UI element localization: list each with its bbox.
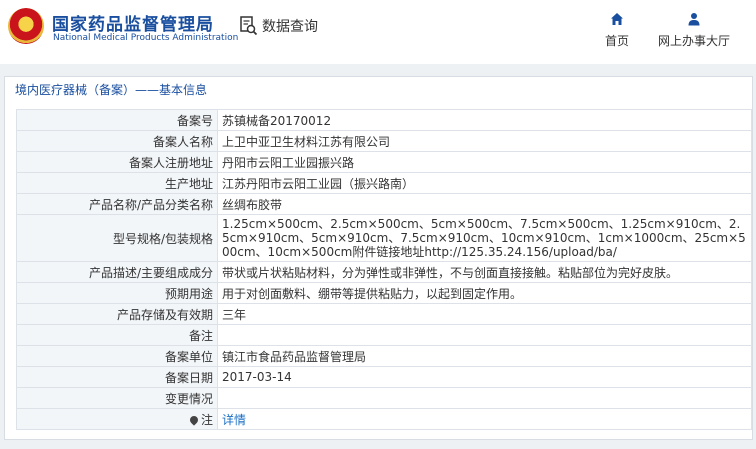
table-row: 备案人名称 上卫中亚卫生材料江苏有限公司 [16,130,752,152]
table-row: 注 详情 [16,408,752,430]
row-value: 用于对创面敷料、绷带等提供粘贴力，以起到固定作用。 [217,282,752,304]
org-name-cn: 国家药品监督管理局 [52,15,214,35]
table-row: 产品描述/主要组成成分 带状或片状粘贴材料，分为弹性或非弹性，不与创面直接接触。… [16,261,752,283]
row-label: 备案人注册地址 [16,151,218,173]
table-row: 变更情况 [16,387,752,409]
row-value: 丹阳市云阳工业园振兴路 [217,151,752,173]
row-value: 苏镇械备20170012 [217,109,752,131]
nav-hall-label: 网上办事大厅 [657,34,730,48]
row-label: 产品名称/产品分类名称 [16,193,218,215]
row-label: 产品描述/主要组成成分 [16,261,218,283]
pin-icon [188,414,200,426]
data-query-link[interactable]: 数据查询 [240,16,318,36]
table-row: 备案号 苏镇械备20170012 [16,109,752,131]
row-value: 江苏丹阳市云阳工业园（振兴路南） [217,172,752,194]
row-value: 三年 [217,303,752,325]
site-header: 国家药品监督管理局 National Medical Products Admi… [0,0,756,60]
nav-home[interactable]: 首页 [600,12,634,49]
table-row: 型号规格/包装规格 1.25cm×500cm、2.5cm×500cm、5cm×5… [16,214,752,262]
row-label: 备案号 [16,109,218,131]
row-label: 备案人名称 [16,130,218,152]
row-label: 备案日期 [16,366,218,388]
table-row: 备案单位 镇江市食品药品监督管理局 [16,345,752,367]
row-label: 型号规格/包装规格 [16,214,218,262]
table-row: 生产地址 江苏丹阳市云阳工业园（振兴路南） [16,172,752,194]
nav-home-label: 首页 [604,34,629,48]
national-emblem-logo [8,8,44,44]
row-value: 上卫中亚卫生材料江苏有限公司 [217,130,752,152]
record-detail-table: 备案号 苏镇械备20170012 备案人名称 上卫中亚卫生材料江苏有限公司 备案… [16,109,752,430]
data-query-label: 数据查询 [262,19,318,35]
user-icon [652,12,736,28]
note-value-cell: 详情 [217,408,752,430]
table-row: 预期用途 用于对创面敷料、绷带等提供粘贴力，以起到固定作用。 [16,282,752,304]
table-row: 备案日期 2017-03-14 [16,366,752,388]
table-row: 产品存储及有效期 三年 [16,303,752,325]
row-value: 镇江市食品药品监督管理局 [217,345,752,367]
row-label: 变更情况 [16,387,218,409]
row-label: 备注 [16,324,218,346]
nav-online-service-hall[interactable]: 网上办事大厅 [652,12,736,49]
row-label: 备案单位 [16,345,218,367]
row-label: 预期用途 [16,282,218,304]
table-row: 备注 [16,324,752,346]
row-value: 2017-03-14 [217,366,752,388]
breadcrumb[interactable]: 境内医疗器械（备案）——基本信息 [15,81,207,98]
table-row: 备案人注册地址 丹阳市云阳工业园振兴路 [16,151,752,173]
row-value: 丝绸布胶带 [217,193,752,215]
table-row: 产品名称/产品分类名称 丝绸布胶带 [16,193,752,215]
row-value [217,387,752,409]
row-label: 产品存储及有效期 [16,303,218,325]
row-label: 生产地址 [16,172,218,194]
details-link[interactable]: 详情 [222,413,246,427]
row-value: 带状或片状粘贴材料，分为弹性或非弹性，不与创面直接接触。粘贴部位为完好皮肤。 [217,261,752,283]
document-search-icon [240,16,258,36]
row-value: 1.25cm×500cm、2.5cm×500cm、5cm×500cm、7.5cm… [217,214,752,262]
org-name-en: National Medical Products Administration [53,33,239,43]
note-label: 注 [200,412,213,427]
row-value [217,324,752,346]
record-panel: 境内医疗器械（备案）——基本信息 备案号 苏镇械备20170012 备案人名称 … [4,76,753,440]
note-label-cell: 注 [16,408,218,430]
home-icon [600,12,634,28]
